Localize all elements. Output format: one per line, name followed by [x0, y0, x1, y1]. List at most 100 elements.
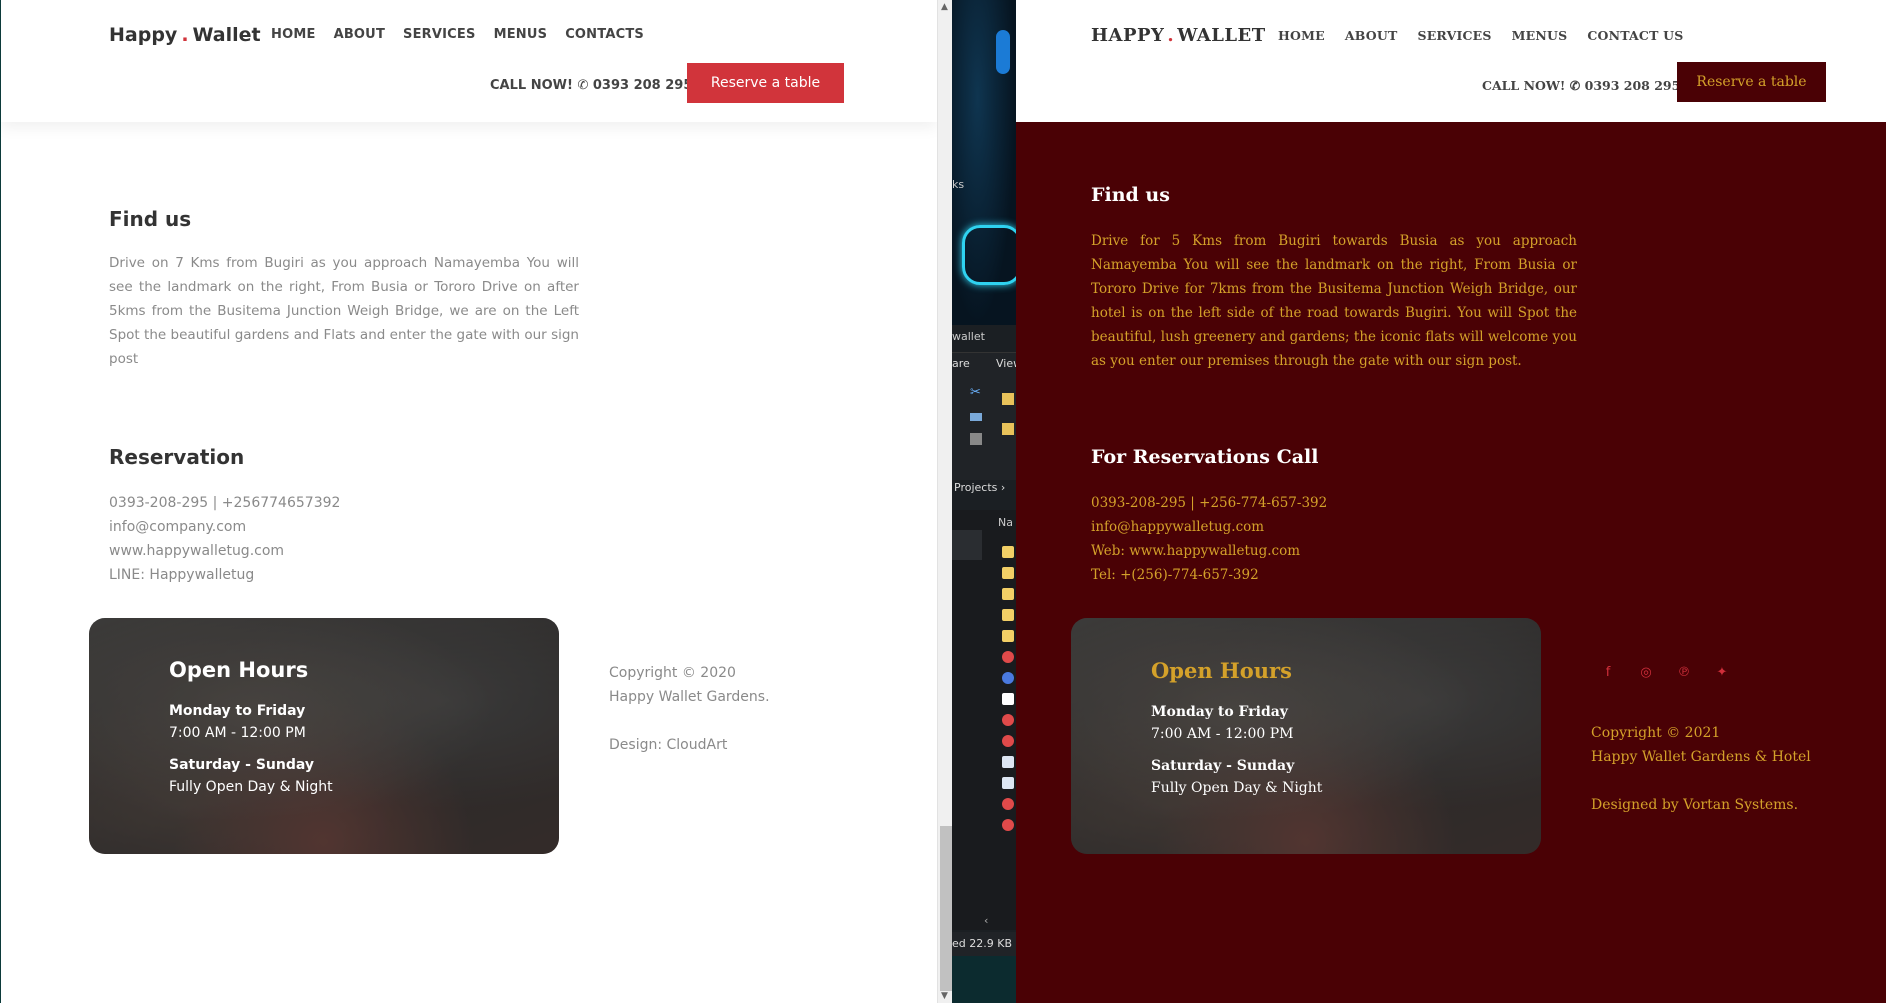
right-main-nav: HOME ABOUT SERVICES MENUS CONTACT US	[1278, 28, 1683, 43]
weekend-time: Fully Open Day & Night	[169, 779, 333, 795]
file-icon[interactable]	[1002, 819, 1014, 831]
nav-menus[interactable]: MENUS	[494, 27, 548, 42]
logo-word-2: Wallet	[192, 24, 261, 46]
copyright-owner: Happy Wallet Gardens.	[609, 689, 770, 705]
left-copyright: Copyright © 2020 Happy Wallet Gardens. D…	[609, 661, 770, 757]
weekday-time: 7:00 AM - 12:00 PM	[169, 725, 306, 741]
nav-services[interactable]: SERVICES	[403, 27, 476, 42]
nav-services[interactable]: SERVICES	[1417, 28, 1491, 43]
file-icon[interactable]	[1002, 672, 1014, 684]
cut-icon[interactable]: ✂	[970, 385, 982, 400]
desktop-wallpaper: ks	[952, 0, 1016, 325]
taskbar-area	[952, 956, 1016, 1003]
weekday-label: Monday to Friday	[1151, 704, 1288, 720]
scroll-left-icon[interactable]: ‹	[984, 914, 988, 927]
file-icon[interactable]	[1002, 735, 1014, 747]
find-us-text: Drive for 5 Kms from Bugiri towards Busi…	[1091, 233, 1577, 369]
reservation-heading: Reservation	[109, 445, 245, 469]
reservation-email[interactable]: info@happywalletug.com	[1091, 515, 1327, 539]
folder-icon[interactable]	[1002, 609, 1014, 621]
nav-menus[interactable]: MENUS	[1512, 28, 1568, 43]
ribbon-tab-share[interactable]: are	[952, 357, 970, 370]
document-icon[interactable]	[1002, 693, 1014, 705]
document-icon[interactable]	[1002, 756, 1014, 768]
nav-contacts[interactable]: CONTACTS	[565, 27, 644, 42]
explorer-file-list: Na ‹	[952, 510, 1016, 930]
call-phone: 0393 208 295	[592, 78, 693, 93]
left-logo[interactable]: Happy. Wallet	[109, 24, 261, 46]
folder-icon[interactable]	[1002, 567, 1014, 579]
scrollbar-thumb[interactable]	[940, 826, 952, 991]
weekday-label: Monday to Friday	[169, 703, 306, 719]
find-us-heading: Find us	[109, 207, 192, 231]
copy-path-icon[interactable]	[970, 413, 982, 421]
nav-home[interactable]: HOME	[1278, 28, 1325, 43]
right-logo[interactable]: HAPPY. WALLET	[1091, 25, 1266, 46]
call-label: CALL NOW!	[1482, 78, 1566, 93]
design-credit[interactable]: Designed by Vortan Systems.	[1591, 793, 1811, 817]
file-icon[interactable]	[1002, 798, 1014, 810]
left-call-now[interactable]: CALL NOW! ✆ 0393 208 295	[490, 78, 692, 93]
desktop-icon-blob	[996, 30, 1010, 74]
copyright-year: Copyright © 2020	[609, 665, 736, 681]
weekend-label: Saturday - Sunday	[1151, 758, 1295, 774]
reservation-website[interactable]: Web: www.happywalletug.com	[1091, 539, 1327, 563]
call-phone: 0393 208 295	[1584, 78, 1681, 93]
logo-word-1: Happy	[109, 24, 178, 46]
ribbon-tab-view[interactable]: View	[996, 357, 1016, 370]
reservation-phone: 0393-208-295 | +256-774-657-392	[1091, 495, 1328, 511]
scroll-up-icon[interactable]: ▲	[941, 2, 948, 12]
left-site-header: Happy. Wallet HOME ABOUT SERVICES MENUS C…	[1, 0, 937, 122]
reservation-phone: 0393-208-295 | +256774657392	[109, 495, 341, 511]
right-copyright: Copyright © 2021 Happy Wallet Gardens & …	[1591, 721, 1811, 817]
reservation-website[interactable]: www.happywalletug.com	[109, 539, 340, 563]
folder-icon[interactable]	[1002, 588, 1014, 600]
folder-icon[interactable]	[1002, 423, 1014, 435]
right-site-header: HAPPY. WALLET HOME ABOUT SERVICES MENUS C…	[1016, 0, 1886, 122]
reservation-contact-list: 0393-208-295 | +256-774-657-392 info@hap…	[1091, 491, 1327, 587]
phone-icon: ✆	[577, 78, 589, 93]
nav-pane	[952, 530, 982, 560]
reservation-line: LINE: Happywalletug	[109, 567, 255, 583]
phone-icon: ✆	[1569, 78, 1581, 93]
social-links: f ◎ ℗ ✦	[1600, 664, 1730, 680]
logo-dot: .	[1167, 25, 1175, 46]
open-hours-card: Open Hours Monday to Friday 7:00 AM - 12…	[1071, 618, 1541, 854]
copyright-owner: Happy Wallet Gardens & Hotel	[1591, 749, 1811, 765]
document-icon[interactable]	[1002, 777, 1014, 789]
call-label: CALL NOW!	[490, 78, 573, 93]
folder-icon[interactable]	[1002, 630, 1014, 642]
right-browser-window: HAPPY. WALLET HOME ABOUT SERVICES MENUS C…	[1016, 0, 1886, 1003]
weekend-label: Saturday - Sunday	[169, 757, 314, 773]
explorer-ribbon: are View ✂	[952, 352, 1016, 480]
instagram-icon[interactable]: ◎	[1638, 664, 1654, 680]
folder-icon[interactable]	[1002, 546, 1014, 558]
nav-contact-us[interactable]: CONTACT US	[1587, 28, 1683, 43]
reservation-heading: For Reservations Call	[1091, 446, 1319, 468]
facebook-icon[interactable]: f	[1600, 664, 1616, 680]
breadcrumb-label: Projects	[954, 481, 998, 494]
nav-about[interactable]: ABOUT	[334, 27, 385, 42]
wallpaper-text: ks	[952, 178, 965, 191]
paste-icon[interactable]	[970, 433, 982, 445]
nav-about[interactable]: ABOUT	[1345, 28, 1398, 43]
folder-icon[interactable]	[1002, 393, 1014, 405]
explorer-title: wallet	[952, 330, 985, 343]
file-icon[interactable]	[1002, 714, 1014, 726]
reserve-table-button[interactable]: Reserve a table	[687, 63, 844, 103]
twitter-icon[interactable]: ✦	[1714, 664, 1730, 680]
logo-dot: .	[181, 24, 189, 46]
reservation-email[interactable]: info@company.com	[109, 515, 340, 539]
nav-home[interactable]: HOME	[271, 27, 316, 42]
reserve-table-button[interactable]: Reserve a table	[1677, 62, 1826, 102]
pinterest-icon[interactable]: ℗	[1676, 664, 1692, 680]
breadcrumb-projects[interactable]: Projects ›	[954, 481, 1005, 494]
page-scrollbar[interactable]: ▲ ▼	[937, 0, 952, 1003]
reservation-contact-list: 0393-208-295 | +256774657392 info@compan…	[109, 491, 340, 587]
logo-word-2: WALLET	[1177, 25, 1266, 46]
right-call-now[interactable]: CALL NOW! ✆ 0393 208 295	[1482, 78, 1680, 93]
file-icon[interactable]	[1002, 651, 1014, 663]
scroll-down-icon[interactable]: ▼	[941, 991, 948, 1001]
column-name-header[interactable]: Na	[998, 516, 1013, 529]
weekday-time: 7:00 AM - 12:00 PM	[1151, 726, 1294, 742]
